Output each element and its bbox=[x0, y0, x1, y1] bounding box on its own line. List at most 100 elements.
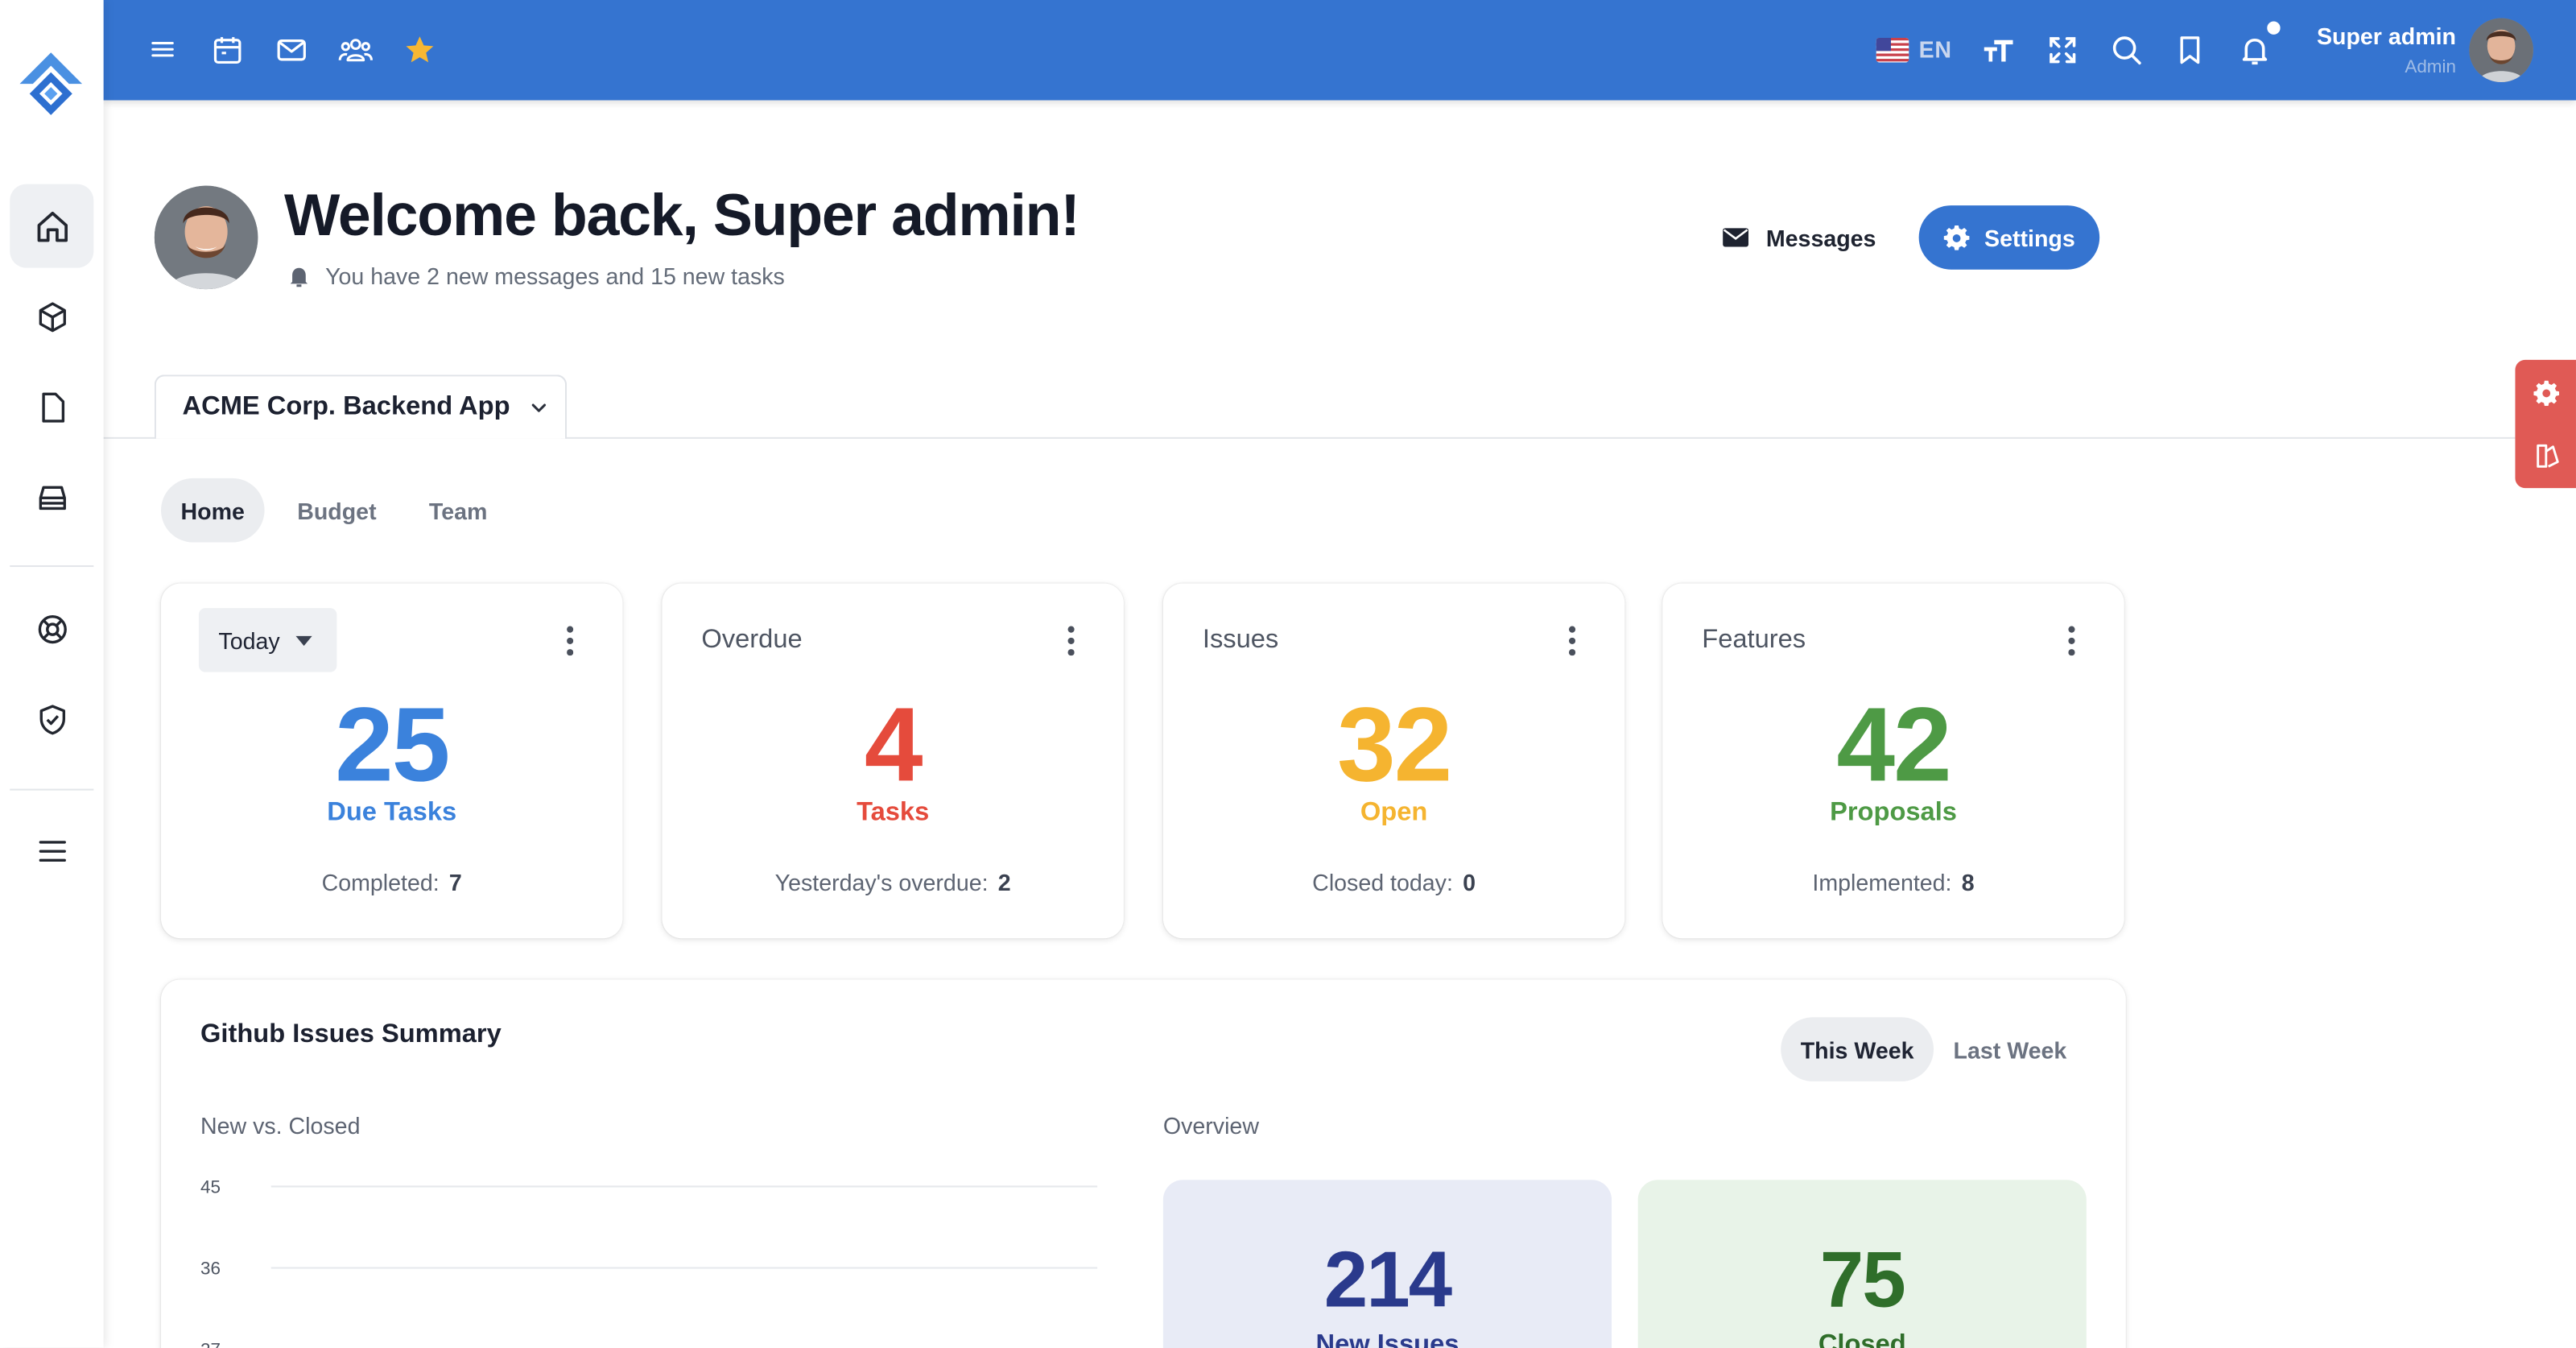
user-name[interactable]: Super admin bbox=[2289, 23, 2456, 50]
bell-icon[interactable] bbox=[2234, 30, 2273, 69]
overview-value: 214 bbox=[1323, 1237, 1452, 1325]
gear-icon[interactable] bbox=[2530, 376, 2563, 409]
more-vertical-icon[interactable] bbox=[557, 625, 584, 658]
language-label[interactable]: EN bbox=[1919, 36, 1952, 63]
overview-label: New Issues bbox=[1315, 1331, 1459, 1348]
chevron-down-icon bbox=[532, 403, 547, 412]
sidebar bbox=[0, 0, 104, 1348]
calendar-icon[interactable] bbox=[207, 30, 246, 69]
stat-footer: Completed: 7 bbox=[161, 870, 622, 896]
stat-label: Due Tasks bbox=[327, 798, 457, 827]
stat-label: Open bbox=[1360, 798, 1428, 827]
week-toggle: This Week Last Week bbox=[1781, 1017, 2087, 1081]
y-tick-label: 36 bbox=[200, 1259, 221, 1279]
notification-dot bbox=[2267, 21, 2281, 35]
tab-home[interactable]: Home bbox=[160, 478, 265, 543]
github-issues-panel: Github Issues Summary This Week Last Wee… bbox=[160, 979, 2126, 1348]
messages-button[interactable]: Messages bbox=[1697, 205, 1901, 270]
book-icon[interactable] bbox=[2530, 439, 2563, 472]
search-icon[interactable] bbox=[2106, 30, 2145, 69]
avatar bbox=[154, 185, 258, 290]
mail-icon bbox=[1723, 228, 1749, 247]
sidebar-item-support[interactable] bbox=[10, 587, 93, 671]
more-vertical-icon[interactable] bbox=[2058, 625, 2085, 658]
lifebuoy-icon bbox=[37, 614, 66, 643]
sidebar-item-more[interactable] bbox=[10, 808, 93, 892]
stat-card-due-tasks: Today 25 Due Tasks Completed: 7 bbox=[160, 583, 623, 939]
mail-icon[interactable] bbox=[271, 30, 311, 69]
overview-label: Closed bbox=[1818, 1331, 1906, 1348]
page-title: Welcome back, Super admin! bbox=[284, 180, 1080, 249]
new-vs-closed-chart: 45 36 27 bbox=[200, 1177, 1098, 1348]
box-icon bbox=[38, 301, 65, 332]
sidebar-item-home[interactable] bbox=[10, 184, 94, 268]
users-icon[interactable] bbox=[335, 30, 374, 69]
sidebar-item-inbox[interactable] bbox=[10, 455, 93, 539]
stat-footer: Yesterday's overdue: 2 bbox=[662, 870, 1123, 896]
file-icon bbox=[41, 391, 64, 422]
app-logo[interactable] bbox=[16, 49, 85, 122]
stat-value: 32 bbox=[1337, 685, 1452, 804]
stat-footer-value: 8 bbox=[1961, 869, 1975, 896]
stat-footer: Implemented: 8 bbox=[1662, 870, 2124, 896]
fullscreen-icon[interactable] bbox=[2042, 30, 2082, 69]
sidebar-item-products[interactable] bbox=[10, 275, 93, 358]
stat-label: Tasks bbox=[857, 798, 930, 827]
panel-title: Github Issues Summary bbox=[200, 1020, 502, 1049]
sidebar-item-security[interactable] bbox=[10, 677, 93, 761]
more-vertical-icon[interactable] bbox=[1559, 625, 1586, 658]
stat-footer-label: Implemented: bbox=[1812, 869, 1952, 896]
stat-label: Proposals bbox=[1830, 798, 1957, 827]
y-tick-label: 27 bbox=[200, 1340, 221, 1348]
welcome-subtitle: You have 2 new messages and 15 new tasks bbox=[287, 263, 785, 290]
settings-button-label: Settings bbox=[1984, 224, 2075, 251]
stat-footer-label: Closed today: bbox=[1312, 869, 1453, 896]
user-role: Admin bbox=[2405, 57, 2456, 77]
y-tick-label: 45 bbox=[200, 1177, 221, 1197]
this-week-button[interactable]: This Week bbox=[1781, 1017, 1934, 1081]
stat-footer-value: 7 bbox=[448, 869, 462, 896]
stat-card-title: Issues bbox=[1202, 626, 1279, 655]
menu-icon[interactable] bbox=[143, 30, 183, 69]
overview-closed: 75 Closed bbox=[1637, 1180, 2087, 1348]
tab-team[interactable]: Team bbox=[409, 478, 507, 543]
messages-button-label: Messages bbox=[1765, 224, 1876, 251]
chart-label: New vs. Closed bbox=[200, 1112, 361, 1139]
stat-value: 25 bbox=[335, 685, 450, 804]
top-navbar: EN Super admin Admin bbox=[103, 0, 2576, 101]
stat-value: 4 bbox=[864, 685, 923, 804]
last-week-button[interactable]: Last Week bbox=[1934, 1017, 2087, 1081]
caret-down-icon bbox=[296, 635, 313, 646]
stat-footer: Closed today: 0 bbox=[1163, 870, 1624, 896]
bookmark-icon[interactable] bbox=[2170, 30, 2210, 69]
stat-card-title: Overdue bbox=[701, 626, 803, 655]
stat-card-title: Features bbox=[1702, 626, 1806, 655]
text-size-icon[interactable] bbox=[1978, 30, 2017, 69]
shield-icon bbox=[39, 704, 64, 734]
project-name: ACME Corp. Backend App bbox=[182, 392, 510, 421]
hamburger-icon bbox=[38, 840, 65, 862]
stat-footer-value: 2 bbox=[997, 869, 1011, 896]
flag-us-icon[interactable] bbox=[1876, 37, 1909, 63]
sidebar-divider bbox=[10, 565, 94, 568]
theme-settings-tab bbox=[2515, 359, 2576, 489]
settings-button[interactable]: Settings bbox=[1918, 205, 2100, 270]
period-select[interactable]: Today bbox=[198, 608, 337, 672]
stat-footer-value: 0 bbox=[1463, 869, 1476, 896]
tab-budget[interactable]: Budget bbox=[278, 478, 396, 543]
home-icon bbox=[36, 210, 67, 242]
star-icon[interactable] bbox=[399, 30, 439, 69]
gear-icon bbox=[1943, 225, 1970, 250]
stat-card-features: Features 42 Proposals Implemented: 8 bbox=[1662, 583, 2124, 939]
overview-value: 75 bbox=[1819, 1237, 1906, 1325]
welcome-subtitle-text: You have 2 new messages and 15 new tasks bbox=[325, 263, 785, 290]
stat-card-issues: Issues 32 Open Closed today: 0 bbox=[1162, 583, 1625, 939]
project-selector[interactable]: ACME Corp. Backend App bbox=[154, 374, 568, 439]
avatar[interactable] bbox=[2469, 18, 2533, 83]
period-select-value: Today bbox=[218, 626, 280, 654]
inbox-icon bbox=[38, 485, 65, 510]
more-vertical-icon[interactable] bbox=[1058, 625, 1084, 658]
bell-icon bbox=[290, 267, 308, 287]
sidebar-item-documents[interactable] bbox=[10, 365, 93, 449]
sidebar-divider bbox=[10, 788, 94, 791]
